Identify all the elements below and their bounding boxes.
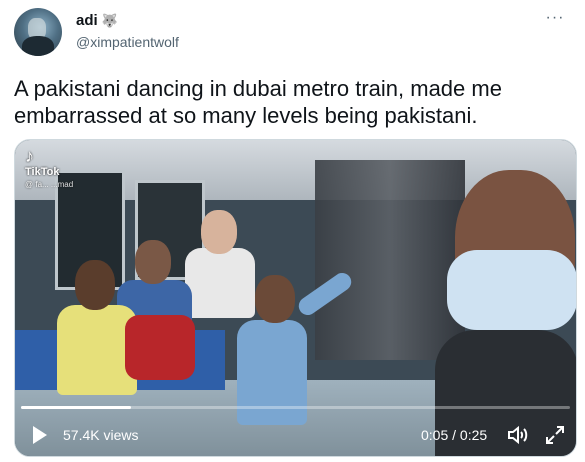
display-name[interactable]: adi (76, 12, 98, 30)
video-controls: 57.4K views 0:05 / 0:25 (15, 414, 576, 454)
video-progress-fill (21, 406, 131, 409)
author-names: adi 🐺 @ximpatientwolf (76, 12, 179, 52)
video-progress-bar[interactable] (21, 406, 570, 409)
view-count: 57.4K views (63, 427, 139, 443)
video-time: 0:05 / 0:25 (421, 427, 488, 443)
fullscreen-icon[interactable] (543, 423, 567, 447)
more-options-button[interactable]: ··· (540, 8, 570, 30)
volume-icon[interactable] (505, 423, 529, 447)
tiktok-user: @ fa... ...mad (25, 180, 74, 189)
user-handle[interactable]: @ximpatientwolf (76, 32, 179, 52)
tweet-header: adi 🐺 @ximpatientwolf ··· (14, 8, 574, 58)
avatar[interactable] (14, 8, 62, 56)
tiktok-logo-icon: ♪ (25, 146, 34, 166)
tiktok-label: TikTok (25, 166, 60, 178)
video-player[interactable]: ♪ TikTok @ fa... ...mad 57.4K views 0:05… (14, 139, 577, 457)
display-name-row[interactable]: adi 🐺 (76, 12, 179, 30)
wolf-emoji-icon: 🐺 (101, 13, 118, 28)
tweet-text: A pakistani dancing in dubai metro train… (14, 76, 502, 128)
tiktok-watermark: ♪ TikTok @ fa... ...mad (25, 146, 73, 190)
play-icon[interactable] (33, 426, 47, 444)
